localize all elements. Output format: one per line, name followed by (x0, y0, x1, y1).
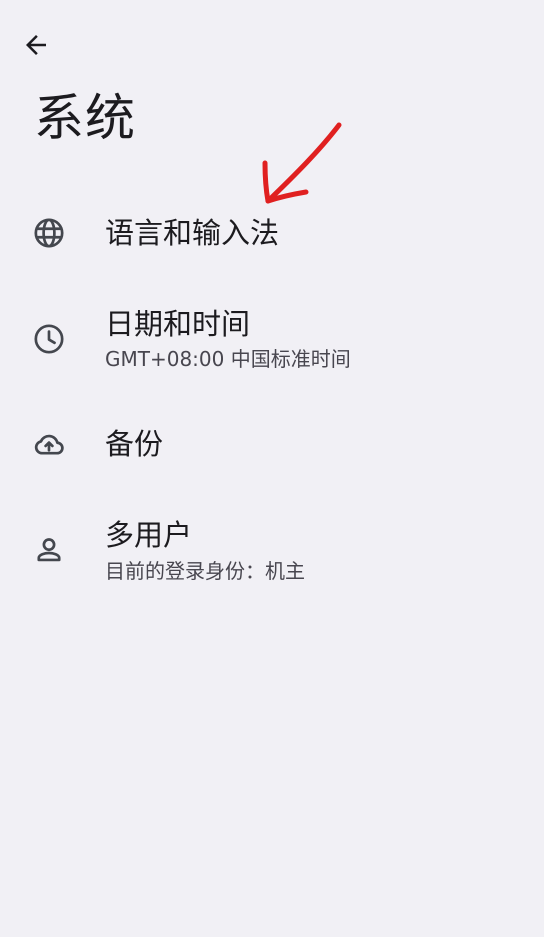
cloud-upload-icon (32, 427, 66, 461)
page-title: 系统 (34, 89, 136, 147)
settings-item-title: 日期和时间 (105, 307, 251, 341)
settings-item-summary: GMT+08:00 中国标准时间 (105, 347, 351, 371)
settings-item-language-input[interactable]: 语言和输入法 (0, 180, 544, 286)
clock-icon (32, 322, 66, 356)
settings-item-date-time[interactable]: 日期和时间 GMT+08:00 中国标准时间 (0, 286, 544, 392)
globe-icon (32, 216, 66, 250)
settings-item-title: 多用户 (105, 518, 193, 552)
settings-item-title: 备份 (105, 427, 164, 461)
back-button[interactable] (14, 26, 58, 64)
settings-item-backup[interactable]: 备份 (0, 392, 544, 498)
settings-item-multiple-users[interactable]: 多用户 目前的登录身份：机主 (0, 498, 544, 604)
settings-item-title: 语言和输入法 (105, 216, 280, 250)
settings-item-summary: 目前的登录身份：机主 (105, 559, 305, 583)
arrow-back-icon (26, 35, 46, 55)
person-icon (32, 533, 66, 567)
